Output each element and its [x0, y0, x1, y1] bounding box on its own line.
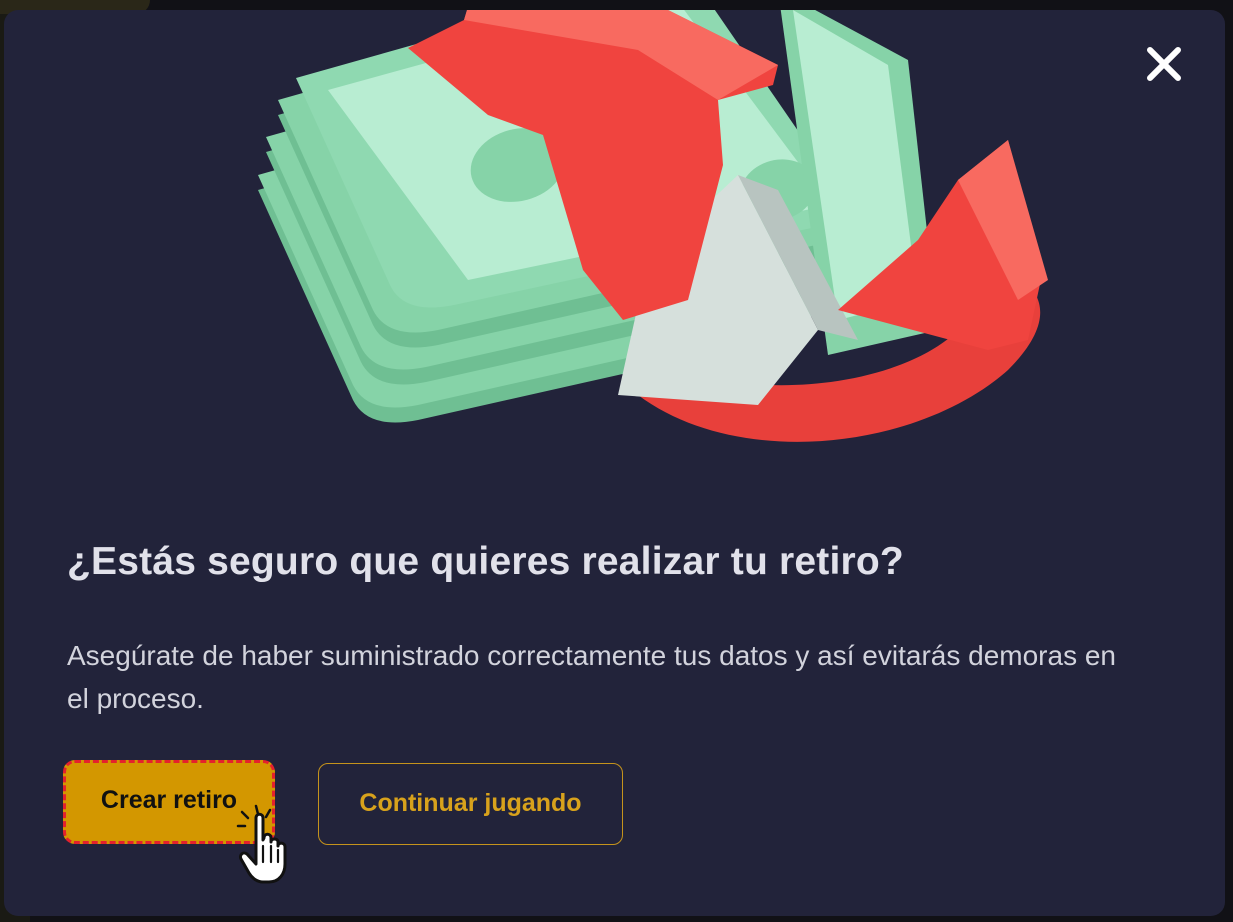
money-withdrawal-illustration	[258, 10, 1048, 442]
dialog-description: Asegúrate de haber suministrado correcta…	[67, 640, 1116, 714]
close-button[interactable]	[1140, 40, 1188, 88]
close-icon	[1147, 47, 1181, 81]
hand-pointer-icon	[236, 804, 287, 884]
continue-playing-label: Continuar jugando	[359, 788, 582, 817]
dialog-title: ¿Estás seguro que quieres realizar tu re…	[67, 540, 904, 583]
create-withdrawal-label: Crear retiro	[100, 785, 238, 814]
continue-playing-button[interactable]: Continuar jugando	[318, 763, 623, 845]
